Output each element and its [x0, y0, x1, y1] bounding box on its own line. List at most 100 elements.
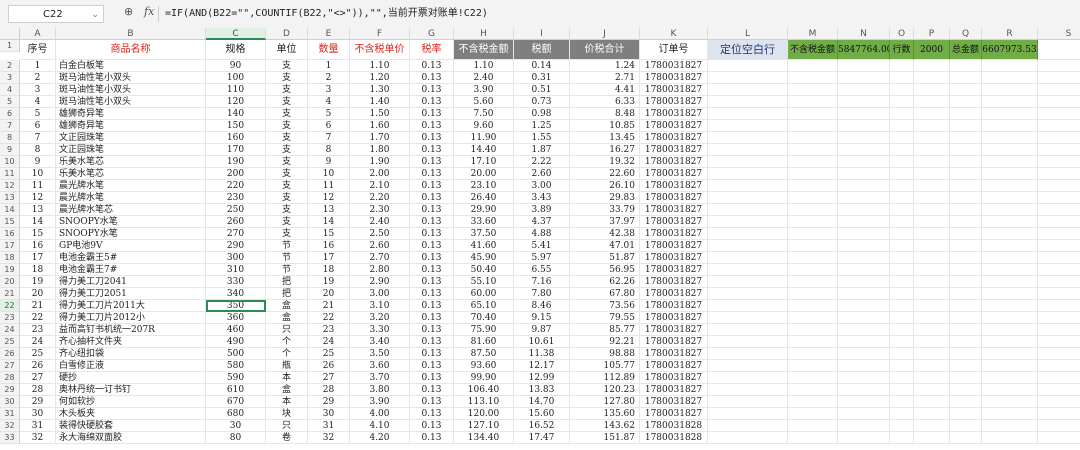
table-cell[interactable]: 个: [266, 336, 308, 348]
table-cell[interactable]: 26.10: [570, 180, 640, 192]
table-cell[interactable]: 30: [20, 408, 56, 420]
table-cell[interactable]: 47.01: [570, 240, 640, 252]
table-cell[interactable]: 永大海绵双面胶: [56, 432, 206, 444]
table-cell[interactable]: 19: [308, 276, 350, 288]
table-cell[interactable]: 3.89: [514, 204, 570, 216]
empty-cell[interactable]: [1038, 108, 1080, 120]
table-cell[interactable]: 12: [20, 192, 56, 204]
empty-cell[interactable]: [708, 276, 788, 288]
table-cell[interactable]: 24: [20, 336, 56, 348]
empty-cell[interactable]: [838, 372, 890, 384]
empty-cell[interactable]: [914, 420, 950, 432]
empty-cell[interactable]: [708, 180, 788, 192]
column-header-K[interactable]: K: [640, 28, 708, 40]
empty-cell[interactable]: [982, 204, 1038, 216]
header-cell-E[interactable]: 数量: [308, 40, 350, 60]
table-cell[interactable]: 26: [308, 360, 350, 372]
empty-cell[interactable]: [914, 144, 950, 156]
empty-cell[interactable]: [838, 60, 890, 72]
table-cell[interactable]: 1: [308, 60, 350, 72]
empty-cell[interactable]: [890, 96, 914, 108]
header-cell-L[interactable]: 定位空白行: [708, 40, 788, 60]
table-cell[interactable]: 92.21: [570, 336, 640, 348]
zoom-icon[interactable]: ⊕: [124, 5, 133, 18]
empty-cell[interactable]: [914, 336, 950, 348]
table-cell[interactable]: 得力美工刀2051: [56, 288, 206, 300]
table-cell[interactable]: 2.50: [350, 228, 410, 240]
row-header[interactable]: 7: [0, 120, 20, 132]
table-cell[interactable]: 3.30: [350, 324, 410, 336]
table-cell[interactable]: 1780031827: [640, 156, 708, 168]
table-cell[interactable]: 29: [308, 396, 350, 408]
empty-cell[interactable]: [890, 180, 914, 192]
empty-cell[interactable]: [838, 144, 890, 156]
table-cell[interactable]: 25: [308, 348, 350, 360]
empty-cell[interactable]: [1038, 432, 1080, 444]
table-cell[interactable]: 2.22: [514, 156, 570, 168]
empty-cell[interactable]: [1038, 84, 1080, 96]
table-cell[interactable]: 1780031827: [640, 348, 708, 360]
table-cell[interactable]: 1780031827: [640, 120, 708, 132]
empty-cell[interactable]: [708, 192, 788, 204]
table-cell[interactable]: 15: [20, 228, 56, 240]
table-cell[interactable]: 18: [308, 264, 350, 276]
table-cell[interactable]: 93.60: [454, 360, 514, 372]
empty-cell[interactable]: [1038, 360, 1080, 372]
table-cell[interactable]: 0.13: [410, 276, 454, 288]
empty-cell[interactable]: [708, 300, 788, 312]
table-cell[interactable]: 支: [266, 60, 308, 72]
empty-cell[interactable]: [950, 396, 982, 408]
column-header-G[interactable]: G: [410, 28, 454, 40]
table-cell[interactable]: SNOOPY水笔: [56, 216, 206, 228]
column-header-B[interactable]: B: [56, 28, 206, 40]
table-cell[interactable]: 143.62: [570, 420, 640, 432]
table-cell[interactable]: 斑马油性笔小双头: [56, 96, 206, 108]
empty-cell[interactable]: [838, 192, 890, 204]
table-cell[interactable]: GP电池9V: [56, 240, 206, 252]
empty-cell[interactable]: [788, 168, 838, 180]
table-cell[interactable]: 300: [206, 252, 266, 264]
header-cell-N[interactable]: 5847764.00: [838, 40, 890, 60]
table-cell[interactable]: 节: [266, 264, 308, 276]
table-cell[interactable]: 11: [20, 180, 56, 192]
empty-cell[interactable]: [1038, 312, 1080, 324]
table-cell[interactable]: 3.80: [350, 384, 410, 396]
header-cell-R[interactable]: 6607973.53: [982, 40, 1038, 60]
table-cell[interactable]: 98.88: [570, 348, 640, 360]
empty-cell[interactable]: [708, 144, 788, 156]
header-cell-A[interactable]: 序号: [20, 40, 56, 60]
table-cell[interactable]: SNOOPY水笔: [56, 228, 206, 240]
table-cell[interactable]: 5: [20, 108, 56, 120]
table-cell[interactable]: 0.31: [514, 72, 570, 84]
empty-cell[interactable]: [838, 300, 890, 312]
empty-cell[interactable]: [708, 360, 788, 372]
empty-cell[interactable]: [708, 420, 788, 432]
table-cell[interactable]: 99.90: [454, 372, 514, 384]
table-cell[interactable]: 0.13: [410, 300, 454, 312]
table-cell[interactable]: 25: [20, 348, 56, 360]
table-cell[interactable]: 卷: [266, 432, 308, 444]
table-cell[interactable]: 16: [20, 240, 56, 252]
table-cell[interactable]: 晨光牌水笔芯: [56, 204, 206, 216]
table-cell[interactable]: 1.24: [570, 60, 640, 72]
table-cell[interactable]: 28: [20, 384, 56, 396]
table-cell[interactable]: 29.90: [454, 204, 514, 216]
table-cell[interactable]: 3.43: [514, 192, 570, 204]
table-cell[interactable]: 81.60: [454, 336, 514, 348]
table-cell[interactable]: 3.00: [514, 180, 570, 192]
header-cell-F[interactable]: 不含税单价: [350, 40, 410, 60]
empty-cell[interactable]: [914, 132, 950, 144]
table-cell[interactable]: 9: [308, 156, 350, 168]
empty-cell[interactable]: [708, 120, 788, 132]
table-cell[interactable]: 7.50: [454, 108, 514, 120]
table-cell[interactable]: 340: [206, 288, 266, 300]
table-cell[interactable]: 110: [206, 84, 266, 96]
table-cell[interactable]: 151.87: [570, 432, 640, 444]
table-cell[interactable]: 0.13: [410, 348, 454, 360]
table-cell[interactable]: 0.13: [410, 396, 454, 408]
empty-cell[interactable]: [838, 336, 890, 348]
table-cell[interactable]: 只: [266, 324, 308, 336]
table-cell[interactable]: 乐美水笔芯: [56, 168, 206, 180]
empty-cell[interactable]: [950, 84, 982, 96]
empty-cell[interactable]: [788, 72, 838, 84]
